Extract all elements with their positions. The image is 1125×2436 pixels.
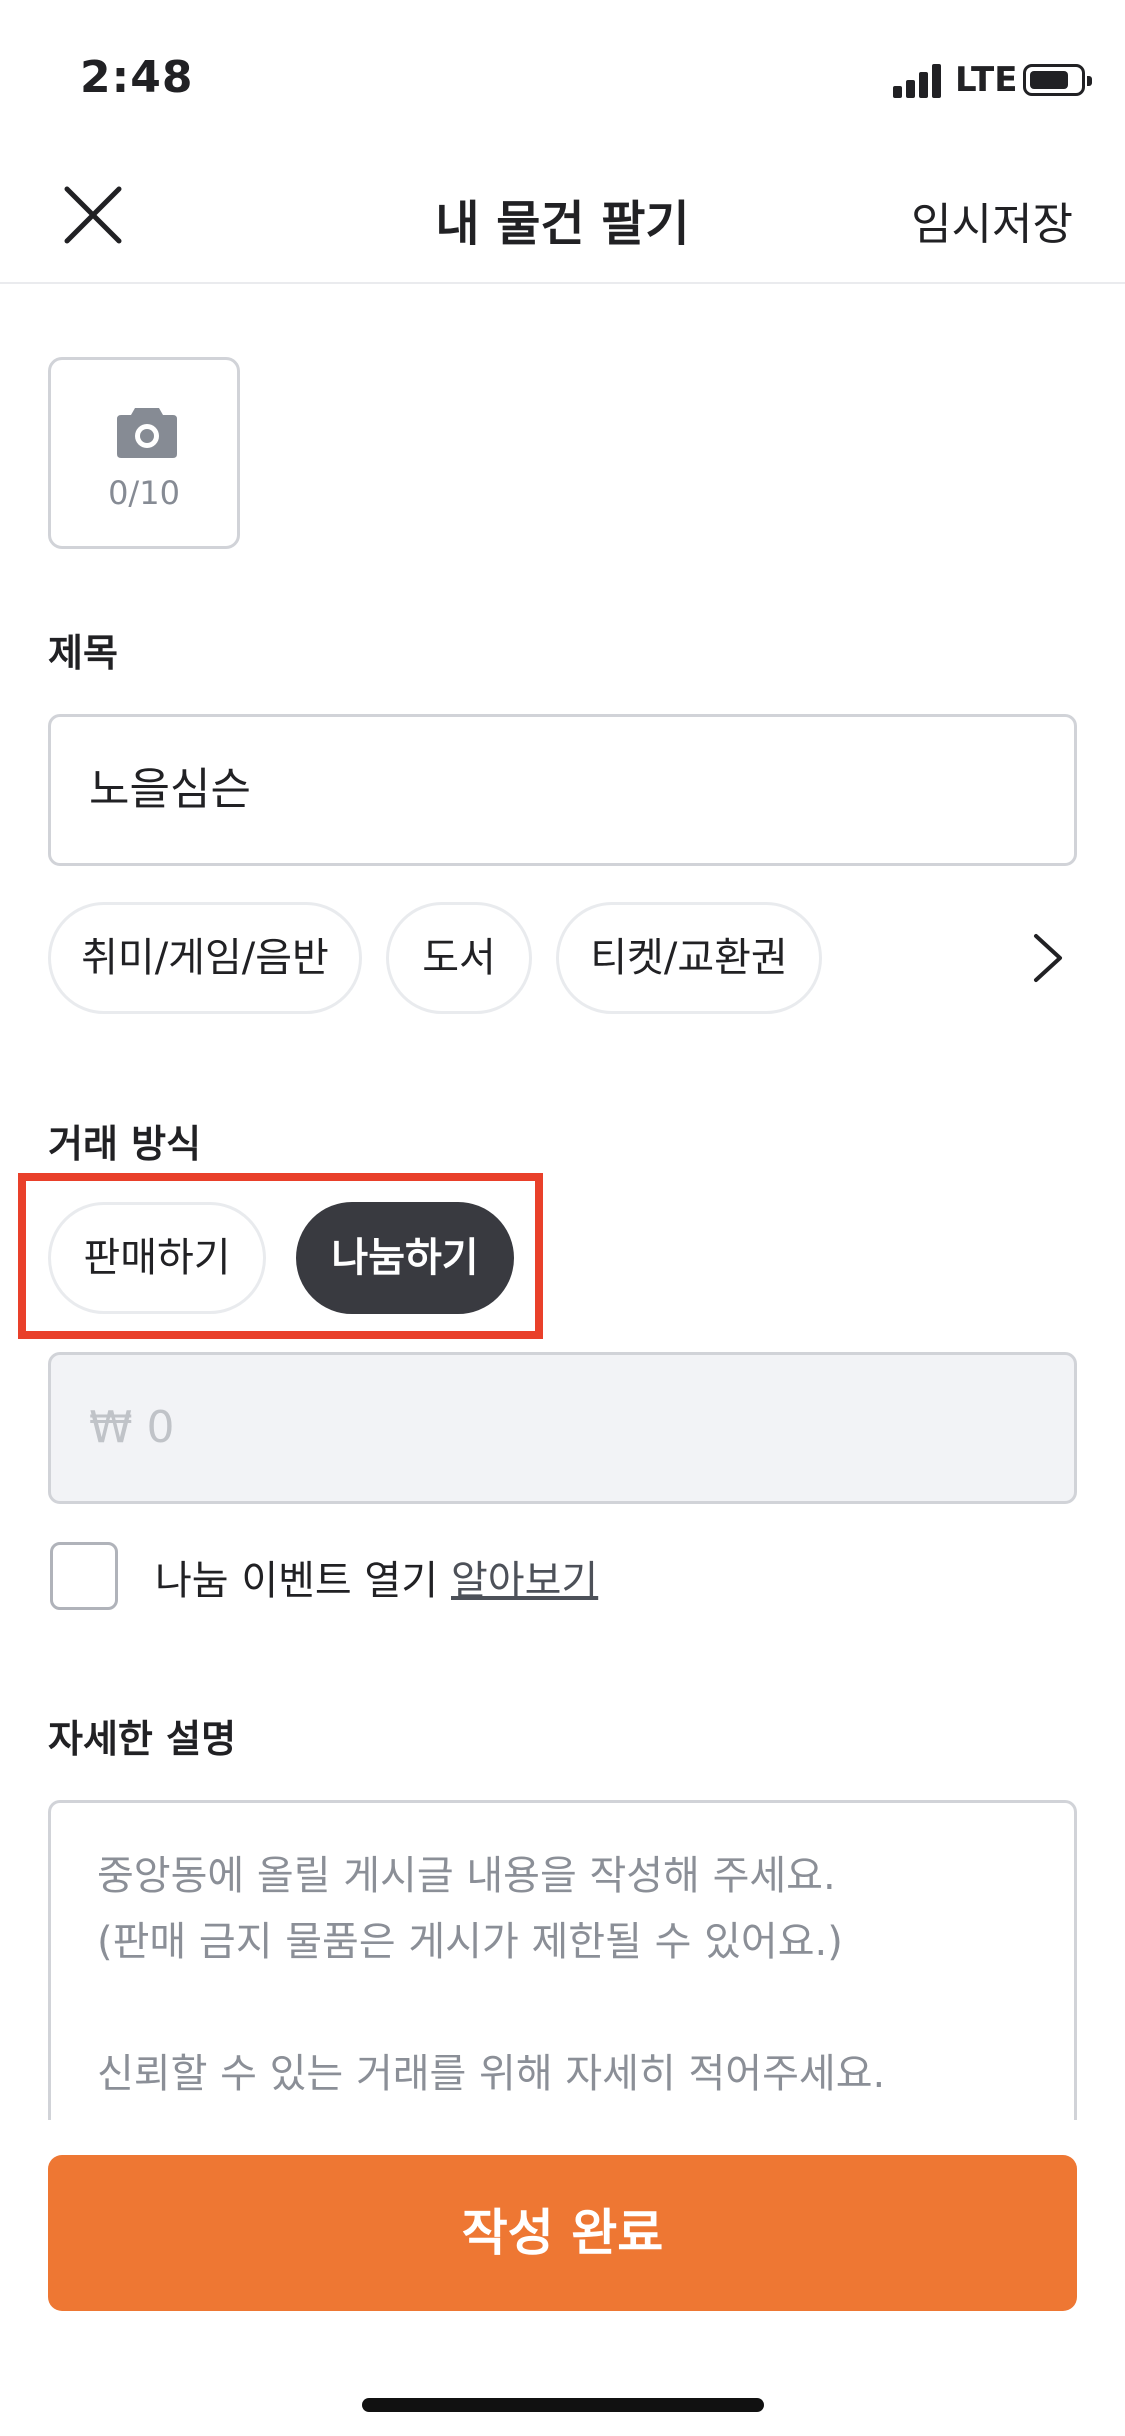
trade-method-label: 거래 방식 — [48, 1122, 202, 1166]
status-bar: 2:48 LTE — [0, 0, 1125, 150]
description-label: 자세한 설명 — [48, 1717, 237, 1761]
home-indicator — [362, 2398, 764, 2412]
network-label: LTE — [955, 60, 1018, 100]
share-event-checkbox[interactable] — [50, 1542, 118, 1610]
status-time: 2:48 — [80, 52, 194, 103]
category-chip-hobby[interactable]: 취미/게임/음반 — [48, 902, 362, 1014]
title-label: 제목 — [48, 631, 118, 675]
save-draft-button[interactable]: 임시저장 — [911, 188, 1073, 252]
price-input[interactable]: ₩ 0 — [48, 1352, 1077, 1504]
title-input[interactable]: 노을심슨 — [48, 714, 1077, 866]
photo-count: 0/10 — [108, 474, 180, 512]
category-chip-tickets[interactable]: 티켓/교환권 — [556, 902, 822, 1014]
share-option-button[interactable]: 나눔하기 — [296, 1202, 514, 1314]
share-event-label: 나눔 이벤트 열기 — [155, 1558, 439, 1604]
description-textarea[interactable]: 중앙동에 올릴 게시글 내용을 작성해 주세요. (판매 금지 물품은 게시가 … — [48, 1800, 1077, 2120]
header: 내 물건 팔기 임시저장 — [0, 150, 1125, 284]
category-more-button[interactable] — [1022, 930, 1072, 986]
learn-more-link[interactable]: 알아보기 — [451, 1548, 598, 1606]
photo-upload-button[interactable]: 0/10 — [48, 357, 240, 549]
description-placeholder: 중앙동에 올릴 게시글 내용을 작성해 주세요. (판매 금지 물품은 게시가 … — [97, 1853, 886, 2097]
battery-icon — [1023, 64, 1092, 96]
submit-button[interactable]: 작성 완료 — [48, 2155, 1077, 2311]
sell-option-button[interactable]: 판매하기 — [48, 1202, 266, 1314]
chevron-right-icon — [1034, 934, 1062, 982]
camera-icon — [117, 408, 177, 458]
signal-icon — [893, 64, 945, 98]
category-chip-books[interactable]: 도서 — [386, 902, 532, 1014]
